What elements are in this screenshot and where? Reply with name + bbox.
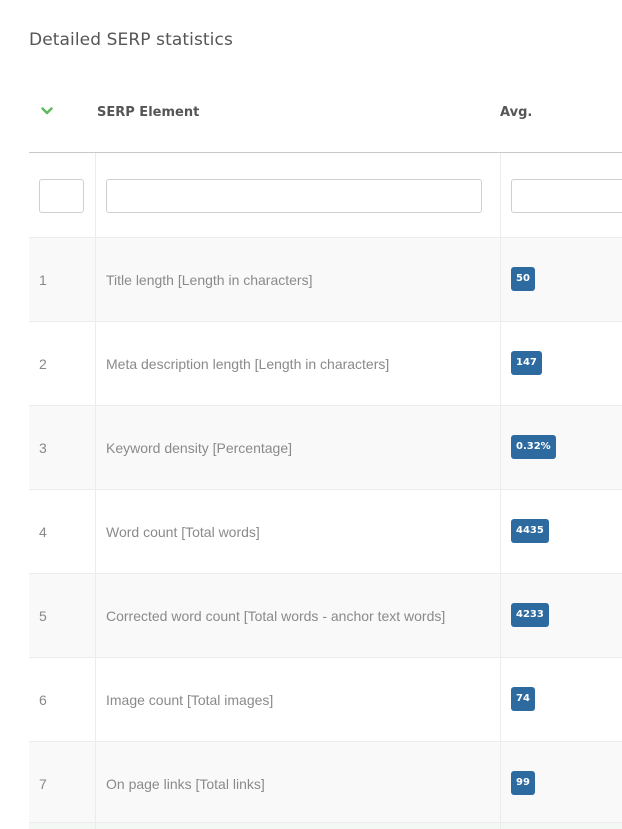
row-number: 3 [39,440,47,456]
table-row: 2 Meta description length [Length in cha… [29,322,622,406]
column-divider [95,490,96,573]
column-divider [95,153,96,237]
column-header-avg[interactable]: Avg. [500,105,532,120]
table-row: 6 Image count [Total images] 74 [29,658,622,742]
avg-value-badge: 50 [511,267,535,291]
column-divider [500,742,501,825]
avg-value-badge: 4435 [511,519,549,543]
row-number: 7 [39,776,47,792]
serp-element-label: Image count [Total images] [106,692,274,708]
avg-value-badge: 99 [511,771,535,795]
table-row: 5 Corrected word count [Total words - an… [29,574,622,658]
column-divider [95,742,96,825]
table-header: SERP Element Avg. [29,82,622,153]
column-divider [500,406,501,489]
avg-value-badge: 74 [511,687,535,711]
avg-filter-input[interactable] [511,179,622,213]
column-divider [95,238,96,321]
row-number: 2 [39,356,47,372]
column-divider [500,490,501,573]
serp-statistics-table: SERP Element Avg. 1 Title length [Length… [29,82,622,826]
column-divider [95,823,96,829]
column-header-serp-element[interactable]: SERP Element [97,105,199,120]
column-divider [500,574,501,657]
avg-value-badge: 4233 [511,603,549,627]
element-filter-input[interactable] [106,179,482,213]
serp-element-label: Word count [Total words] [106,524,260,540]
table-row: 3 Keyword density [Percentage] 0.32% [29,406,622,490]
avg-value-badge: 147 [511,351,542,375]
row-number: 4 [39,524,47,540]
column-divider [500,322,501,405]
column-divider [95,658,96,741]
number-filter-input[interactable] [39,179,84,213]
row-number: 5 [39,608,47,624]
serp-element-label: Title length [Length in characters] [106,272,313,288]
row-number: 6 [39,692,47,708]
avg-value-badge: 0.32% [511,435,556,459]
column-divider [95,406,96,489]
serp-element-label: Keyword density [Percentage] [106,440,292,456]
column-divider [500,153,501,237]
filter-row [29,153,622,238]
serp-element-label: On page links [Total links] [106,776,265,792]
column-divider [95,574,96,657]
table-row: 1 Title length [Length in characters] 50 [29,238,622,322]
serp-element-label: Corrected word count [Total words - anch… [106,608,446,624]
chevron-down-icon[interactable] [41,106,53,116]
page-title: Detailed SERP statistics [29,30,233,50]
column-divider [500,823,501,829]
column-divider [500,238,501,321]
table-row: 4 Word count [Total words] 4435 [29,490,622,574]
next-row-partial [29,822,622,829]
column-divider [500,658,501,741]
table-row: 7 On page links [Total links] 99 [29,742,622,826]
column-divider [95,322,96,405]
row-number: 1 [39,272,47,288]
serp-element-label: Meta description length [Length in chara… [106,356,390,372]
